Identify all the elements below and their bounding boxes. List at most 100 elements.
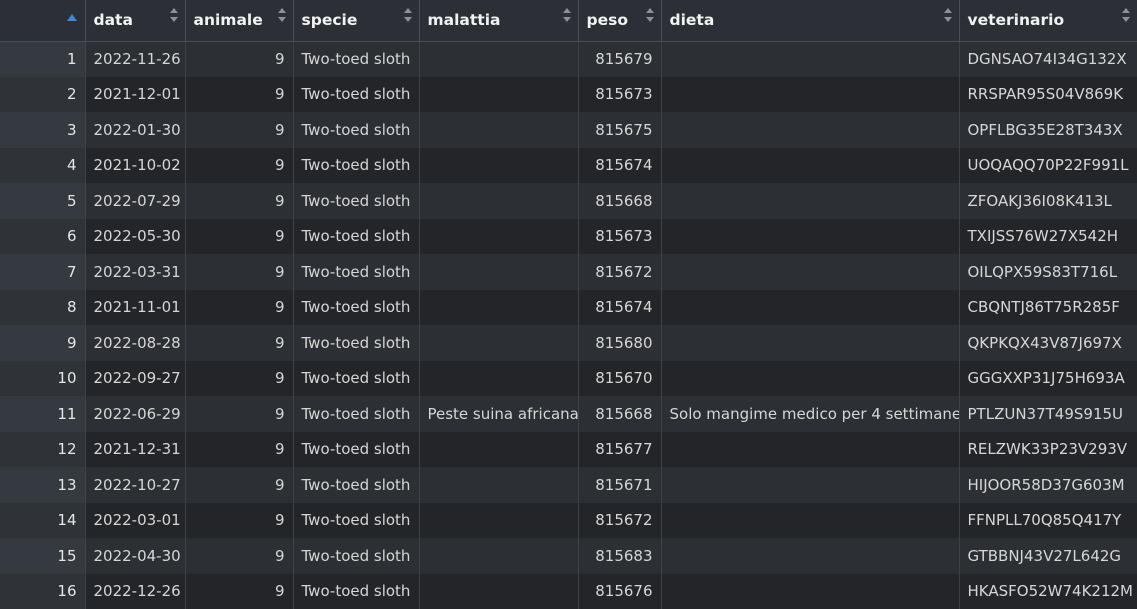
table-row[interactable]: 2 2021-12-01 9 Two-toed sloth 815673 RRSPAR95…	[0, 76, 1137, 112]
row-index-cell[interactable]: 12	[0, 431, 86, 467]
cell-specie[interactable]: Two-toed sloth	[293, 360, 420, 396]
cell-dieta[interactable]	[661, 502, 960, 538]
cell-peso[interactable]: 815680	[578, 325, 662, 361]
cell-data[interactable]: 2022-07-29	[85, 183, 186, 219]
cell-dieta[interactable]	[661, 254, 960, 290]
cell-veterinario[interactable]: OPFLBG35E28T343X	[959, 112, 1137, 148]
table-row[interactable]: 7 2022-03-31 9 Two-toed sloth 815672 OILQPX59…	[0, 254, 1137, 290]
cell-specie[interactable]: Two-toed sloth	[293, 147, 420, 183]
cell-data[interactable]: 2022-10-27	[85, 467, 186, 503]
table-row[interactable]: 14 2022-03-01 9 Two-toed sloth 815672 FFNPLL7…	[0, 502, 1137, 538]
cell-dieta[interactable]: Solo mangime medico per 4 settimane	[661, 396, 960, 432]
cell-animale[interactable]: 9	[185, 431, 294, 467]
cell-peso[interactable]: 815674	[578, 289, 662, 325]
cell-peso[interactable]: 815668	[578, 396, 662, 432]
cell-data[interactable]: 2022-11-26	[85, 41, 186, 77]
cell-malattia[interactable]	[419, 289, 579, 325]
table-row[interactable]: 10 2022-09-27 9 Two-toed sloth 815670 GGGXXP3…	[0, 360, 1137, 396]
cell-veterinario[interactable]: RELZWK33P23V293V	[959, 431, 1137, 467]
cell-peso[interactable]: 815672	[578, 502, 662, 538]
sort-toggle-icon[interactable]	[169, 7, 179, 23]
cell-data[interactable]: 2021-12-31	[85, 431, 186, 467]
cell-dieta[interactable]	[661, 325, 960, 361]
cell-specie[interactable]: Two-toed sloth	[293, 254, 420, 290]
cell-veterinario[interactable]: QKPKQX43V87J697X	[959, 325, 1137, 361]
cell-dieta[interactable]	[661, 183, 960, 219]
cell-data[interactable]: 2021-10-02	[85, 147, 186, 183]
column-header-dieta[interactable]: dieta	[661, 0, 960, 42]
cell-peso[interactable]: 815670	[578, 360, 662, 396]
cell-peso[interactable]: 815673	[578, 76, 662, 112]
cell-specie[interactable]: Two-toed sloth	[293, 76, 420, 112]
row-index-cell[interactable]: 10	[0, 360, 86, 396]
column-header-peso[interactable]: peso	[578, 0, 662, 42]
cell-dieta[interactable]	[661, 573, 960, 609]
column-header-data[interactable]: data	[85, 0, 186, 42]
cell-dieta[interactable]	[661, 360, 960, 396]
cell-malattia[interactable]	[419, 360, 579, 396]
row-index-cell[interactable]: 5	[0, 183, 86, 219]
cell-specie[interactable]: Two-toed sloth	[293, 112, 420, 148]
row-index-cell[interactable]: 13	[0, 467, 86, 503]
cell-veterinario[interactable]: PTLZUN37T49S915U	[959, 396, 1137, 432]
cell-veterinario[interactable]: GTBBNJ43V27L642G	[959, 538, 1137, 574]
table-row[interactable]: 6 2022-05-30 9 Two-toed sloth 815673 TXIJSS76…	[0, 218, 1137, 254]
cell-peso[interactable]: 815672	[578, 254, 662, 290]
row-index-cell[interactable]: 16	[0, 573, 86, 609]
cell-dieta[interactable]	[661, 467, 960, 503]
cell-peso[interactable]: 815675	[578, 112, 662, 148]
table-row[interactable]: 12 2021-12-31 9 Two-toed sloth 815677 RELZWK3…	[0, 431, 1137, 467]
column-header-veterinario[interactable]: veterinario	[959, 0, 1137, 42]
cell-animale[interactable]: 9	[185, 41, 294, 77]
cell-specie[interactable]: Two-toed sloth	[293, 396, 420, 432]
cell-malattia[interactable]	[419, 467, 579, 503]
sort-toggle-icon[interactable]	[562, 7, 572, 23]
cell-specie[interactable]: Two-toed sloth	[293, 502, 420, 538]
cell-data[interactable]: 2021-11-01	[85, 289, 186, 325]
row-index-cell[interactable]: 14	[0, 502, 86, 538]
cell-malattia[interactable]	[419, 538, 579, 574]
column-header-malattia[interactable]: malattia	[419, 0, 579, 42]
cell-animale[interactable]: 9	[185, 76, 294, 112]
cell-animale[interactable]: 9	[185, 396, 294, 432]
cell-dieta[interactable]	[661, 112, 960, 148]
cell-veterinario[interactable]: RRSPAR95S04V869K	[959, 76, 1137, 112]
sort-toggle-icon[interactable]	[943, 7, 953, 23]
cell-data[interactable]: 2022-08-28	[85, 325, 186, 361]
cell-malattia[interactable]	[419, 147, 579, 183]
cell-peso[interactable]: 815673	[578, 218, 662, 254]
table-row[interactable]: 13 2022-10-27 9 Two-toed sloth 815671 HIJOOR5…	[0, 467, 1137, 503]
cell-specie[interactable]: Two-toed sloth	[293, 538, 420, 574]
cell-data[interactable]: 2022-06-29	[85, 396, 186, 432]
table-row[interactable]: 5 2022-07-29 9 Two-toed sloth 815668 ZFOAKJ36…	[0, 183, 1137, 219]
cell-malattia[interactable]	[419, 325, 579, 361]
cell-veterinario[interactable]: TXIJSS76W27X542H	[959, 218, 1137, 254]
cell-malattia[interactable]	[419, 41, 579, 77]
cell-malattia[interactable]	[419, 254, 579, 290]
column-header-animale[interactable]: animale	[185, 0, 294, 42]
table-row[interactable]: 9 2022-08-28 9 Two-toed sloth 815680 QKPKQX43…	[0, 325, 1137, 361]
cell-malattia[interactable]	[419, 183, 579, 219]
row-index-cell[interactable]: 6	[0, 218, 86, 254]
sort-toggle-icon[interactable]	[403, 7, 413, 23]
cell-malattia[interactable]	[419, 431, 579, 467]
cell-malattia[interactable]: Peste suina africana	[419, 396, 579, 432]
table-row[interactable]: 16 2022-12-26 9 Two-toed sloth 815676 HKASFO5…	[0, 573, 1137, 609]
cell-dieta[interactable]	[661, 76, 960, 112]
cell-malattia[interactable]	[419, 502, 579, 538]
cell-specie[interactable]: Two-toed sloth	[293, 289, 420, 325]
cell-animale[interactable]: 9	[185, 289, 294, 325]
cell-data[interactable]: 2022-04-30	[85, 538, 186, 574]
cell-peso[interactable]: 815677	[578, 431, 662, 467]
cell-specie[interactable]: Two-toed sloth	[293, 431, 420, 467]
row-index-cell[interactable]: 15	[0, 538, 86, 574]
cell-data[interactable]: 2022-03-31	[85, 254, 186, 290]
cell-animale[interactable]: 9	[185, 467, 294, 503]
cell-veterinario[interactable]: UOQAQQ70P22F991L	[959, 147, 1137, 183]
cell-peso[interactable]: 815676	[578, 573, 662, 609]
row-index-cell[interactable]: 3	[0, 112, 86, 148]
cell-animale[interactable]: 9	[185, 502, 294, 538]
sort-toggle-icon[interactable]	[645, 7, 655, 23]
row-index-cell[interactable]: 4	[0, 147, 86, 183]
cell-veterinario[interactable]: CBQNTJ86T75R285F	[959, 289, 1137, 325]
